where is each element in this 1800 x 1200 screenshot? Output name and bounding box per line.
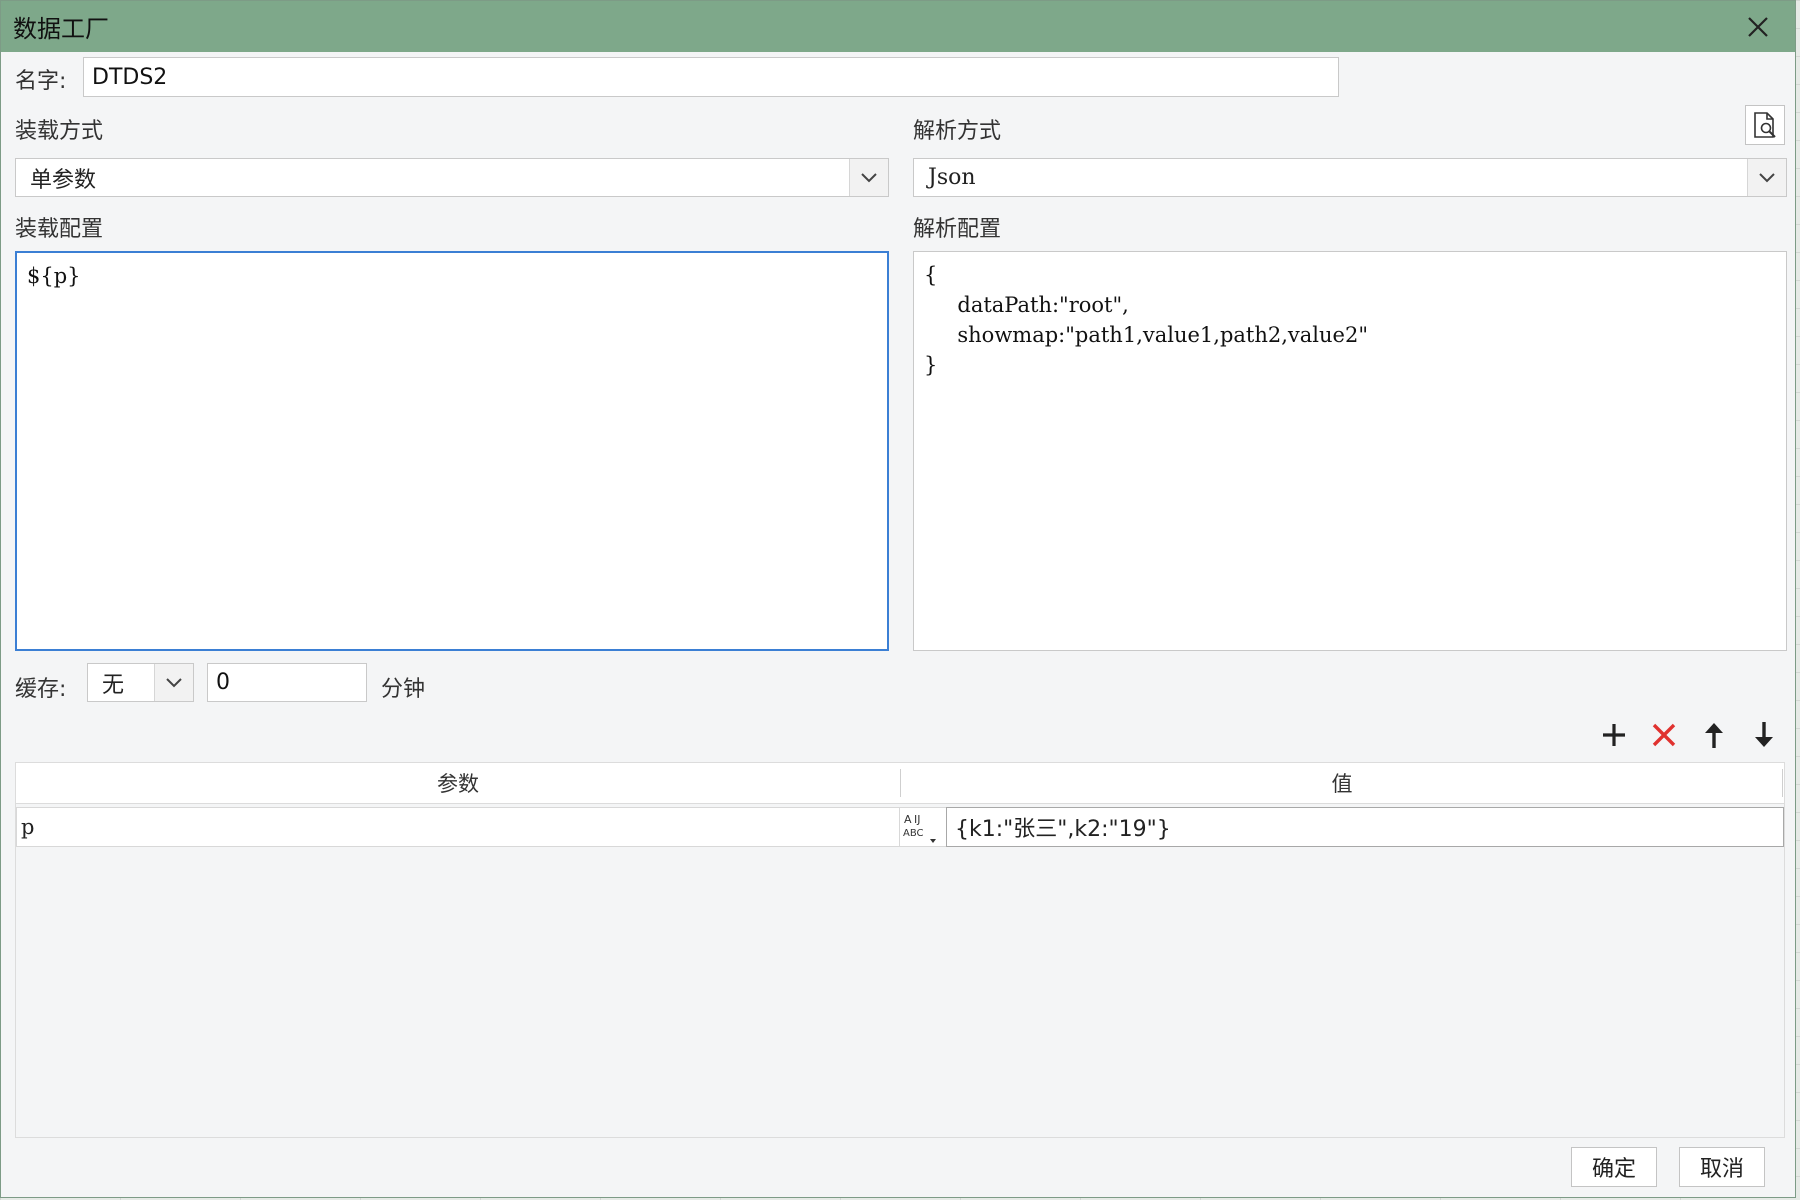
name-input[interactable]: DTDS2 — [83, 57, 1339, 97]
data-factory-dialog: 数据工厂 名字: DTDS2 装载方式 单参数 解析方式 Json 装载配置 解… — [0, 0, 1796, 1198]
load-config-textarea[interactable]: ${p} — [15, 251, 889, 651]
parse-method-value: Json — [928, 165, 976, 190]
table-header: 参数 值 — [16, 763, 1784, 804]
chevron-down-icon — [166, 677, 182, 687]
document-search-icon — [1754, 112, 1776, 138]
cancel-button[interactable]: 取消 — [1679, 1147, 1765, 1187]
table-row[interactable]: p A IJ ABC {k1:"张三",k2:"19"} — [16, 807, 1784, 847]
delete-row-button[interactable] — [1644, 715, 1684, 755]
add-row-button[interactable] — [1594, 715, 1634, 755]
cache-label: 缓存: — [15, 677, 67, 702]
column-divider[interactable] — [1782, 769, 1783, 797]
column-header-param[interactable]: 参数 — [16, 763, 900, 803]
delete-icon — [1652, 723, 1676, 747]
dialog-title: 数据工厂 — [13, 15, 109, 43]
load-method-value: 单参数 — [30, 167, 97, 193]
text-type-icon: A IJ ABC — [903, 813, 936, 843]
chevron-down-icon — [861, 172, 877, 182]
param-name-cell[interactable]: p — [16, 807, 900, 847]
preview-button[interactable] — [1745, 105, 1785, 145]
parse-config-textarea[interactable]: { dataPath:"root", showmap:"path1,value1… — [913, 251, 1787, 651]
cache-mode-dropdown-button[interactable] — [154, 664, 193, 701]
cache-mode-select[interactable]: 无 — [87, 663, 194, 702]
svg-text:ABC: ABC — [903, 828, 924, 839]
move-up-button[interactable] — [1694, 715, 1734, 755]
load-method-label: 装载方式 — [15, 119, 104, 144]
parameter-table: 参数 值 p A IJ ABC {k1:"张三",k2:"19"} — [15, 762, 1785, 1138]
parse-method-select[interactable]: Json — [913, 158, 1787, 197]
parse-method-label: 解析方式 — [913, 119, 1002, 144]
parse-config-label: 解析配置 — [913, 217, 1002, 242]
parse-method-dropdown-button[interactable] — [1747, 159, 1786, 196]
cache-unit-label: 分钟 — [381, 677, 426, 702]
close-icon — [1748, 17, 1768, 37]
load-method-select[interactable]: 单参数 — [15, 158, 889, 197]
svg-text:IJ: IJ — [914, 813, 921, 826]
ok-button[interactable]: 确定 — [1571, 1147, 1657, 1187]
value-type-toggle[interactable]: A IJ ABC — [900, 807, 946, 847]
chevron-down-icon — [1759, 172, 1775, 182]
load-config-label: 装载配置 — [15, 217, 104, 242]
add-icon — [1603, 724, 1625, 746]
arrow-up-icon — [1705, 723, 1723, 748]
cache-mode-value: 无 — [102, 672, 125, 698]
load-method-dropdown-button[interactable] — [849, 159, 888, 196]
close-button[interactable] — [1741, 10, 1775, 44]
arrow-down-icon — [1755, 722, 1773, 747]
move-down-button[interactable] — [1744, 715, 1784, 755]
param-value-cell[interactable]: {k1:"张三",k2:"19"} — [946, 807, 1784, 847]
title-bar[interactable]: 数据工厂 — [1, 1, 1795, 52]
column-header-value[interactable]: 值 — [901, 763, 1783, 803]
svg-text:A: A — [904, 813, 912, 826]
name-label: 名字: — [15, 69, 67, 94]
cache-duration-input[interactable]: 0 — [207, 663, 367, 702]
